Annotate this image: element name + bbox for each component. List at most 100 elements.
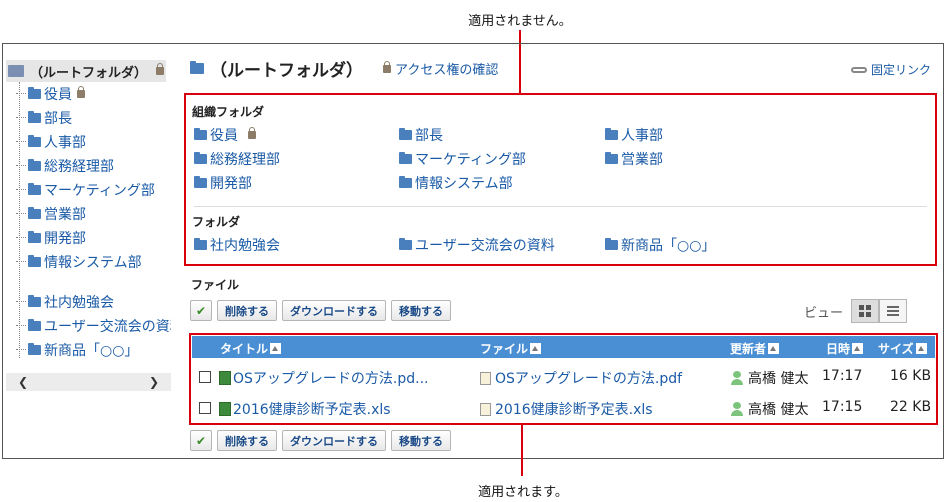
sort-icon[interactable] xyxy=(768,343,780,354)
user-icon xyxy=(730,402,744,416)
tree-item-bucho[interactable]: 部長 xyxy=(6,106,171,130)
org-folder-yakuin[interactable]: 役員 xyxy=(194,125,256,145)
org-folder-label: 部長 xyxy=(415,128,443,144)
sort-icon[interactable] xyxy=(530,343,542,354)
tree-item-user-koryu[interactable]: ユーザー交流会の資料 xyxy=(6,314,171,338)
col-file[interactable]: ファイル xyxy=(480,340,542,357)
select-all-button[interactable]: ✔ xyxy=(190,300,212,321)
row-datetime: 17:17 xyxy=(822,368,863,384)
folder-icon xyxy=(28,159,41,171)
folder-label: ユーザー交流会の資料 xyxy=(415,238,555,254)
folder-icon xyxy=(399,152,412,164)
col-updater[interactable]: 更新者 xyxy=(730,340,780,357)
row-file[interactable]: OSアップグレードの方法.pdf xyxy=(480,368,682,388)
org-folder-marketing[interactable]: マーケティング部 xyxy=(399,149,526,169)
folder-icon xyxy=(28,343,41,355)
org-folder-johosys[interactable]: 情報システム部 xyxy=(399,173,513,193)
org-folder-label: 役員 xyxy=(210,128,238,144)
row-file-label: 2016健康診断予定表.xls xyxy=(495,402,653,418)
col-title-label: タイトル xyxy=(220,342,269,356)
row-size: 16 KB xyxy=(890,368,932,384)
row-title[interactable]: OSアップグレードの方法.pd... xyxy=(219,368,428,388)
download-button[interactable]: ダウンロードする xyxy=(282,430,386,451)
tree-item-eigyo[interactable]: 営業部 xyxy=(6,202,171,226)
folder-icon xyxy=(28,255,41,267)
delete-button[interactable]: 削除する xyxy=(217,300,277,321)
org-folder-eigyo[interactable]: 営業部 xyxy=(605,149,663,169)
col-size[interactable]: サイズ xyxy=(878,340,927,357)
folder-icon xyxy=(194,152,207,164)
link-icon xyxy=(850,66,867,73)
folder-icon xyxy=(190,61,204,74)
file-toolbar-top: ✔ 削除する ダウンロードする 移動する xyxy=(190,300,451,321)
permalink-label: 固定リンク xyxy=(870,63,931,77)
org-folder-label: マーケティング部 xyxy=(415,152,526,168)
tree-item-johosys[interactable]: 情報システム部 xyxy=(6,250,171,274)
org-folder-kaihatsu[interactable]: 開発部 xyxy=(194,173,252,193)
org-folder-bucho[interactable]: 部長 xyxy=(399,125,443,145)
col-datetime[interactable]: 日時 xyxy=(826,340,864,357)
tree-item-yakuin[interactable]: 役員 xyxy=(6,82,171,106)
document-icon xyxy=(480,402,491,416)
row-checkbox[interactable] xyxy=(199,371,211,383)
grid-view-icon xyxy=(859,305,871,317)
col-updater-label: 更新者 xyxy=(730,342,767,356)
org-folder-label: 開発部 xyxy=(210,176,252,192)
access-check-link[interactable]: アクセス権の確認 xyxy=(383,59,498,78)
row-checkbox[interactable] xyxy=(199,402,211,414)
tree-item-shinshohin[interactable]: 新商品「○○」 xyxy=(6,338,171,362)
move-button[interactable]: 移動する xyxy=(391,300,451,321)
org-folders-label: 組織フォルダ xyxy=(192,105,265,119)
folder-benkyokai[interactable]: 社内勉強会 xyxy=(194,235,280,255)
org-folder-jinji[interactable]: 人事部 xyxy=(605,125,663,145)
tree-root[interactable]: （ルートフォルダ） xyxy=(6,60,166,82)
permalink[interactable]: 固定リンク xyxy=(850,61,931,78)
folder-icon xyxy=(399,176,412,188)
checkbox[interactable] xyxy=(199,371,211,383)
row-file[interactable]: 2016健康診断予定表.xls xyxy=(480,399,653,419)
tree-item-benkyokai[interactable]: 社内勉強会 xyxy=(6,290,171,314)
tree-item-label: マーケティング部 xyxy=(44,183,155,199)
folder-shinshohin[interactable]: 新商品「○○」 xyxy=(605,235,715,255)
select-all-button[interactable]: ✔ xyxy=(190,430,212,451)
sort-icon[interactable] xyxy=(270,343,282,354)
row-updater[interactable]: 高橋 健太 xyxy=(730,368,808,388)
page-title: （ルートフォルダ） xyxy=(210,61,363,81)
tree-item-marketing[interactable]: マーケティング部 xyxy=(6,178,171,202)
org-folder-label: 総務経理部 xyxy=(210,152,280,168)
row-title-label: 2016健康診断予定表.xls xyxy=(233,402,391,418)
grid-view-button[interactable] xyxy=(851,299,879,323)
scroll-left-icon[interactable]: ❮ xyxy=(18,375,28,389)
row-title[interactable]: 2016健康診断予定表.xls xyxy=(219,399,391,419)
org-folder-label: 情報システム部 xyxy=(415,176,513,192)
table-row: OSアップグレードの方法.pd... OSアップグレードの方法.pdf 高橋 健… xyxy=(192,361,935,393)
tree-item-jinji[interactable]: 人事部 xyxy=(6,130,171,154)
col-title[interactable]: タイトル xyxy=(220,340,282,357)
folder-icon xyxy=(399,238,412,250)
row-updater-label: 高橋 健太 xyxy=(748,371,809,387)
download-button[interactable]: ダウンロードする xyxy=(282,300,386,321)
checkbox[interactable] xyxy=(199,402,211,414)
delete-button[interactable]: 削除する xyxy=(217,430,277,451)
table-row: 2016健康診断予定表.xls 2016健康診断予定表.xls 高橋 健太 17… xyxy=(192,392,935,424)
sort-icon[interactable] xyxy=(852,343,864,354)
folder-user-koryu[interactable]: ユーザー交流会の資料 xyxy=(399,235,555,255)
tree-item-somu[interactable]: 総務経理部 xyxy=(6,154,171,178)
tree-horizontal-scrollbar[interactable]: ❮ ❯ xyxy=(6,373,171,391)
tree-item-label: 部長 xyxy=(44,111,72,127)
lock-icon xyxy=(156,63,165,75)
tree-item-label: 人事部 xyxy=(44,135,86,151)
tree-item-label: 情報システム部 xyxy=(44,255,142,271)
tree-item-kaihatsu[interactable]: 開発部 xyxy=(6,226,171,250)
org-folder-somu[interactable]: 総務経理部 xyxy=(194,149,280,169)
section-divider xyxy=(194,206,927,207)
folder-icon xyxy=(28,183,41,195)
annotation-bottom: 適用されます。 xyxy=(478,485,568,500)
sort-icon[interactable] xyxy=(915,343,927,354)
row-updater[interactable]: 高橋 健太 xyxy=(730,399,808,419)
tree-item-label: 役員 xyxy=(44,87,72,103)
move-button[interactable]: 移動する xyxy=(391,430,451,451)
list-view-button[interactable] xyxy=(879,299,907,323)
scroll-right-icon[interactable]: ❯ xyxy=(149,375,159,389)
org-folder-label: 営業部 xyxy=(621,152,663,168)
